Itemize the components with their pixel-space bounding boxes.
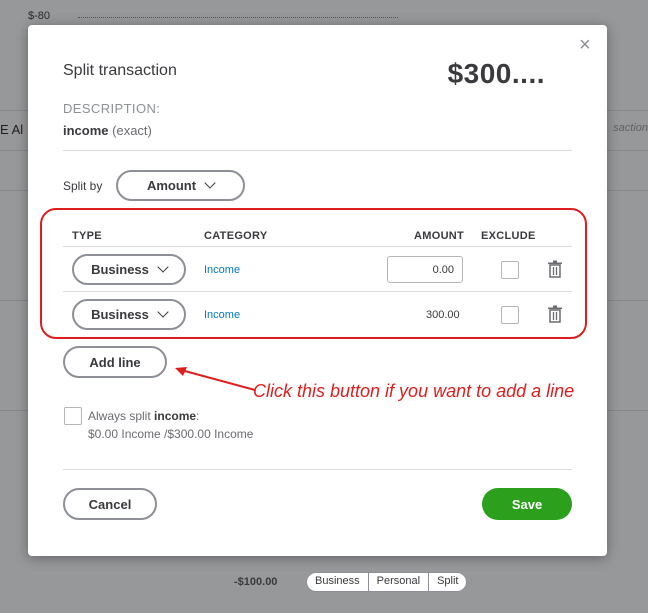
always-split-suffix: :: [196, 409, 200, 423]
total-amount: $300....: [447, 58, 545, 89]
always-split-prefix: Always split: [88, 409, 155, 423]
annotation-callout: Click this button if you want to add a l…: [253, 381, 575, 401]
segment-business[interactable]: Business: [307, 573, 369, 591]
split-transaction-dialog: × Split transaction $300.... DESCRIPTION…: [28, 25, 607, 556]
category-link-row-2[interactable]: Income: [204, 309, 240, 321]
footer-divider: [63, 469, 572, 470]
column-header-type: TYPE: [72, 230, 102, 242]
dialog-title: Split transaction: [63, 62, 177, 79]
split-by-value: Amount: [146, 178, 197, 193]
close-icon[interactable]: ×: [579, 35, 591, 55]
amount-input-row-1[interactable]: 0.00: [387, 256, 463, 283]
segment-split[interactable]: Split: [429, 573, 466, 591]
chevron-down-icon: [157, 261, 169, 273]
type-value: Business: [91, 262, 149, 277]
always-split-detail: $0.00 Income /$300.00 Income: [88, 427, 254, 441]
column-header-category: CATEGORY: [204, 230, 268, 242]
split-by-label: Split by: [63, 179, 103, 193]
description-value: income (exact): [63, 123, 152, 138]
category-link-row-1[interactable]: Income: [204, 264, 240, 276]
column-header-exclude: EXCLUDE: [481, 230, 536, 242]
table-header-divider: [63, 246, 572, 247]
save-button[interactable]: Save: [482, 488, 572, 520]
type-value: Business: [91, 307, 149, 322]
description-match: (exact): [112, 123, 152, 138]
exclude-checkbox-row-1[interactable]: [501, 261, 519, 279]
column-header-amount: AMOUNT: [414, 230, 465, 242]
always-split-checkbox[interactable]: [64, 407, 82, 425]
type-dropdown-row-2[interactable]: Business: [72, 299, 186, 330]
segment-personal[interactable]: Personal: [369, 573, 430, 591]
description-text: income: [63, 123, 109, 138]
chevron-down-icon: [157, 306, 169, 318]
description-label: DESCRIPTION:: [63, 101, 161, 116]
background-bottom-row: -$100.00 Business Personal Split: [0, 556, 648, 613]
trash-icon[interactable]: [547, 305, 563, 323]
cancel-button[interactable]: Cancel: [63, 488, 157, 520]
add-line-button[interactable]: Add line: [63, 346, 167, 378]
background-segment-control[interactable]: Business Personal Split: [306, 572, 468, 592]
type-dropdown-row-1[interactable]: Business: [72, 254, 186, 285]
always-split-label: Always split income:: [88, 409, 199, 423]
arrow-icon: [175, 367, 256, 391]
background-bottom-amount: -$100.00: [234, 576, 278, 588]
always-split-keyword: income: [154, 409, 197, 423]
trash-icon[interactable]: [547, 260, 563, 278]
exclude-checkbox-row-2[interactable]: [501, 306, 519, 324]
divider: [63, 150, 572, 151]
amount-value-row-2: 300.00: [426, 309, 460, 321]
chevron-down-icon: [204, 177, 216, 189]
row-divider: [63, 291, 572, 292]
split-by-dropdown[interactable]: Amount: [116, 170, 245, 201]
